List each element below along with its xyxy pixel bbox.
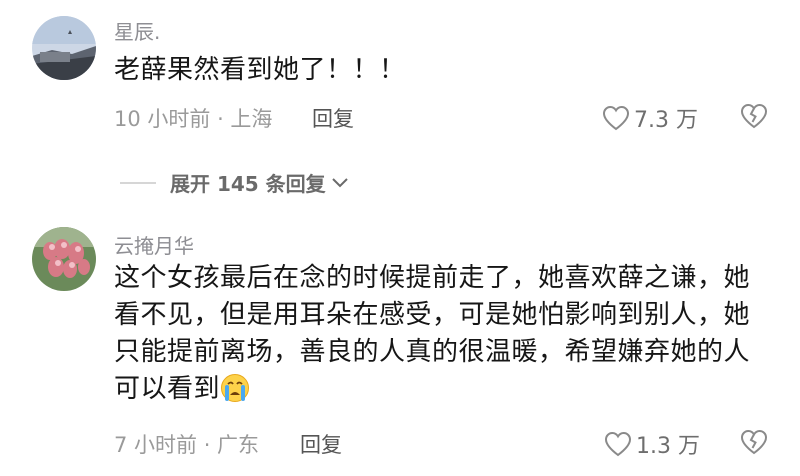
reply-button[interactable]: 回复 — [300, 429, 342, 459]
broken-heart-icon — [740, 103, 768, 129]
comment-meta: 10 小时前 · 上海 — [114, 103, 272, 133]
comment-username[interactable]: 星辰. — [114, 16, 160, 45]
crying-face-icon — [221, 374, 250, 402]
avatar[interactable] — [32, 227, 96, 291]
chevron-down-icon — [331, 177, 348, 187]
expand-replies-button[interactable]: 展开 145 条回复 — [120, 168, 350, 197]
expand-replies-label: 展开 145 条回复 — [170, 172, 326, 196]
like-button[interactable]: 1.3 万 — [604, 428, 700, 460]
heart-outline-icon — [602, 105, 630, 131]
divider-line — [120, 181, 156, 184]
comment-time-location: 10 小时前 · 上海 — [114, 107, 273, 131]
reply-button[interactable]: 回复 — [312, 103, 354, 133]
crying-face-emoji — [220, 373, 250, 414]
like-count: 1.3 万 — [636, 434, 700, 459]
dislike-button[interactable] — [740, 429, 768, 459]
comment-meta: 7 小时前 · 广东 — [114, 429, 259, 459]
comment-text: 老薛果然看到她了！！！ — [114, 55, 406, 85]
broken-heart-icon — [740, 429, 768, 455]
avatar[interactable] — [32, 16, 96, 80]
avatar-image — [32, 227, 96, 291]
comment-username[interactable]: 云掩月华 — [114, 230, 194, 259]
dislike-button[interactable] — [740, 103, 768, 133]
comment-text-wrapper: 这个女孩最后在念的时候提前走了，她喜欢薛之谦，她看不见，但是用耳朵在感受，可是她… — [114, 260, 754, 414]
heart-outline-icon — [604, 431, 632, 457]
like-button[interactable]: 7.3 万 — [602, 102, 698, 134]
comment-time-location: 7 小时前 · 广东 — [114, 433, 260, 457]
comment-text: 这个女孩最后在念的时候提前走了，她喜欢薛之谦，她看不见，但是用耳朵在感受，可是她… — [114, 263, 751, 404]
like-count: 7.3 万 — [634, 108, 698, 133]
avatar-image — [32, 16, 96, 80]
